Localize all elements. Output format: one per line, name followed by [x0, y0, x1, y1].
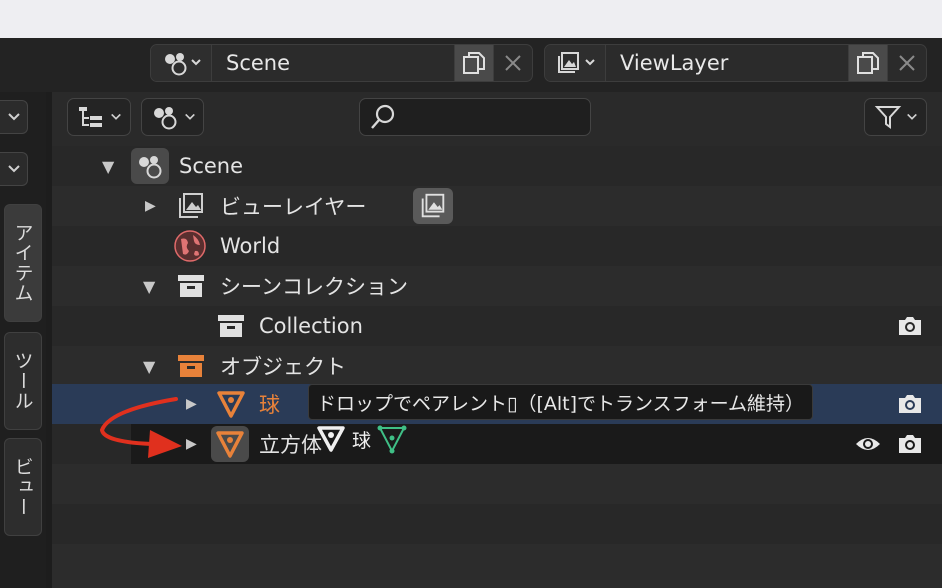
collapse-arrow-icon[interactable]: ▼ [143, 357, 155, 376]
collapse-arrow-icon[interactable]: ▼ [102, 157, 114, 176]
tab-item[interactable]: アイテム [4, 204, 42, 322]
outliner-panel: ▼ Scene ▶ ビューレイヤー World ▼ シーンコレクション Coll… [52, 92, 942, 588]
search-icon [371, 104, 395, 129]
outliner-toolbar [52, 92, 942, 146]
chevron-down-icon [7, 113, 20, 121]
sphere-label: 球 [259, 393, 280, 417]
tree-row-empty [52, 464, 942, 504]
viewlayer-selector[interactable]: ViewLayer [544, 44, 927, 82]
chevron-down-icon [906, 113, 917, 120]
camera-icon[interactable] [896, 392, 924, 416]
objects-label: オブジェクト [220, 355, 346, 379]
world-label: World [220, 234, 281, 258]
tree-row-world[interactable]: World [52, 226, 942, 266]
scene-icon [153, 107, 176, 130]
row-restriction-toggles [896, 314, 924, 338]
collection-icon [214, 309, 248, 343]
window-top-strip [0, 0, 942, 38]
mesh-object-icon [214, 387, 248, 421]
row-restriction-toggles [896, 392, 924, 416]
scene-collection-label: シーンコレクション [220, 275, 408, 299]
top-header: Scene ViewLayer [0, 38, 942, 92]
scene-unlink-button[interactable] [493, 45, 532, 81]
scene-icon [131, 148, 169, 184]
tab-tool-label: ツール [11, 351, 34, 411]
scene-filter-button[interactable] [141, 98, 204, 136]
camera-icon[interactable] [896, 432, 924, 456]
sidebar-dropdown-1[interactable] [0, 100, 28, 134]
mesh-data-icon [377, 425, 407, 454]
use-for-render-toggle[interactable] [413, 188, 453, 224]
scene-icon [165, 53, 201, 76]
scene-name[interactable]: Scene [212, 51, 454, 75]
tree-row-viewlayer[interactable]: ▶ ビューレイヤー [52, 186, 942, 226]
outliner-tree-icon [79, 107, 102, 127]
scene-duplicate-button[interactable] [454, 45, 493, 81]
viewlayer-icon [558, 52, 595, 73]
chevron-down-icon [184, 113, 195, 120]
cube-label: 立方体 [259, 433, 322, 457]
tab-view-label: ビュー [11, 457, 34, 517]
eye-icon[interactable] [854, 434, 882, 454]
tab-tool[interactable]: ツール [4, 332, 42, 430]
viewlayer-icon [174, 189, 208, 223]
chevron-down-icon [7, 165, 20, 173]
collection-icon-orange [174, 349, 208, 383]
tree-row-scene-collection[interactable]: ▼ シーンコレクション [52, 266, 942, 306]
sidebar-dropdown-2[interactable] [0, 152, 28, 186]
drag-label: 球 [352, 429, 372, 452]
mesh-object-icon [211, 426, 249, 462]
tab-view[interactable]: ビュー [4, 438, 42, 536]
row-restriction-toggles [854, 432, 924, 456]
filter-button[interactable] [864, 98, 927, 136]
chevron-down-icon [111, 113, 121, 120]
outliner-search[interactable] [359, 98, 591, 136]
annotation-arrow-icon [99, 397, 182, 458]
duplicate-icon [857, 52, 879, 74]
collapse-arrow-icon[interactable]: ▼ [143, 277, 155, 296]
mesh-object-icon [317, 426, 345, 452]
tab-item-label: アイテム [11, 223, 34, 303]
viewlayer-duplicate-button[interactable] [848, 45, 887, 81]
tooltip-text: ドロップでペアレント▯（[Alt]でトランスフォーム維持） [317, 392, 805, 415]
collection-label: Collection [259, 314, 363, 338]
duplicate-icon [463, 52, 485, 74]
tree-row-objects[interactable]: ▼ オブジェクト [52, 346, 942, 386]
properties-sidebar-tabs: アイテム ツール ビュー [0, 92, 46, 588]
viewlayer-label: ビューレイヤー [220, 195, 367, 219]
camera-icon[interactable] [896, 314, 924, 338]
close-icon [505, 55, 521, 71]
filter-icon [874, 106, 901, 129]
tree-row-empty [52, 504, 942, 544]
world-icon [172, 228, 208, 264]
tree-row-cube[interactable]: ▶ 立方体 [131, 424, 942, 464]
scene-browse-button[interactable] [151, 45, 212, 81]
drop-tooltip: ドロップでペアレント▯（[Alt]でトランスフォーム維持） [308, 384, 814, 420]
viewlayer-icon [421, 193, 445, 218]
scene-label: Scene [179, 154, 244, 178]
viewlayer-browse-button[interactable] [545, 45, 606, 81]
tree-row-empty [52, 544, 942, 588]
display-mode-button[interactable] [67, 98, 131, 136]
viewlayer-name[interactable]: ViewLayer [606, 51, 848, 75]
close-icon [899, 55, 915, 71]
drag-ghost: 球 [316, 424, 407, 454]
tree-row-collection[interactable]: Collection [52, 306, 942, 346]
viewlayer-remove-button[interactable] [887, 45, 926, 81]
tree-row-scene[interactable]: ▼ Scene [52, 146, 942, 186]
scene-selector[interactable]: Scene [150, 44, 533, 82]
expand-arrow-icon[interactable]: ▶ [145, 198, 156, 214]
collection-icon [174, 269, 208, 303]
